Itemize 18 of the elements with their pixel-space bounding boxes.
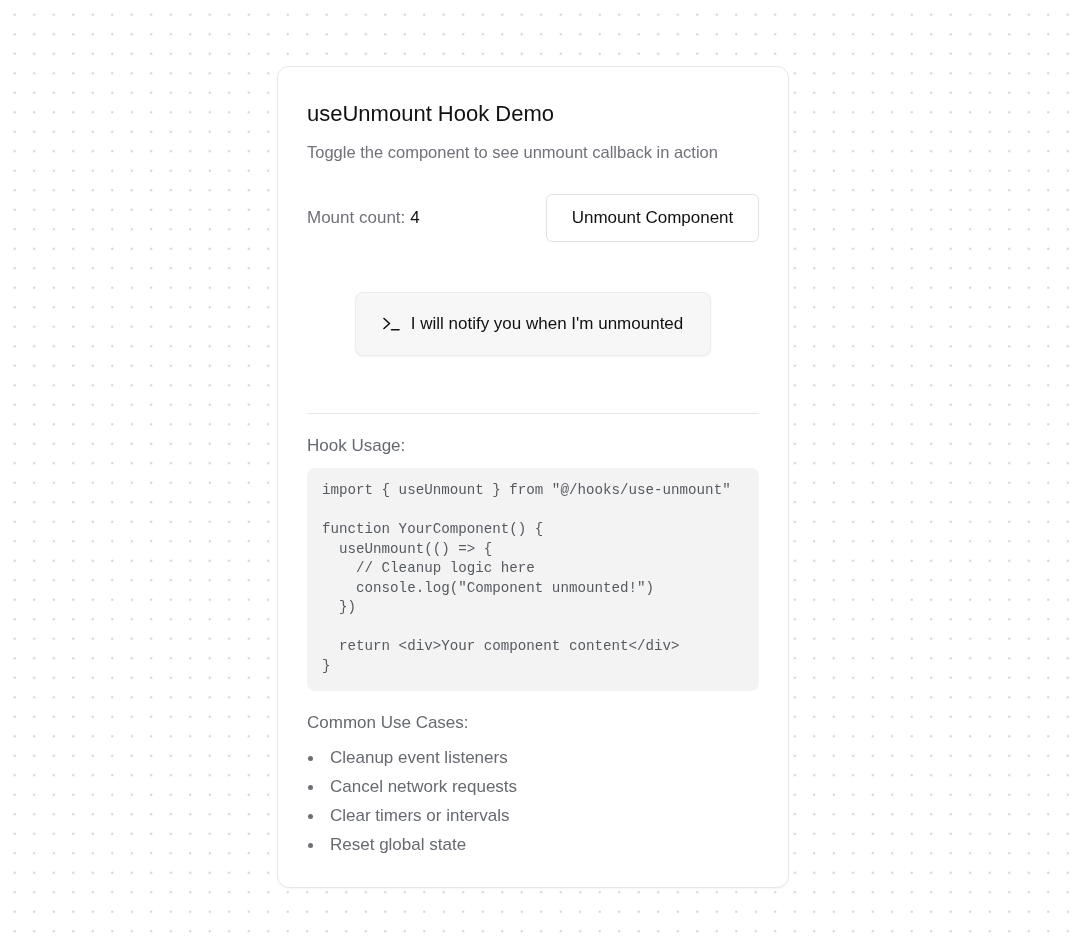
unmount-component-button[interactable]: Unmount Component (546, 194, 759, 242)
mount-count-value: 4 (410, 207, 420, 229)
use-case-item: Clear timers or intervals (330, 805, 510, 827)
bullet-icon (308, 813, 313, 819)
section-heading: Hook Usage: (307, 435, 407, 457)
use-case-item: Reset global state (330, 834, 467, 856)
bullet-icon (308, 755, 313, 761)
use-case-item: Cancel network requests (330, 776, 518, 798)
card-description: Toggle the component to see unmount callback in action (307, 142, 719, 163)
mount-count-label: Mount count: (307, 207, 406, 229)
notice-text: I will notify you when I'm unmounted (410, 313, 684, 335)
bullet-icon (308, 842, 313, 848)
bullet-icon (308, 784, 313, 790)
use-case-item: Cleanup event listeners (330, 747, 508, 769)
code-block: import { useUnmount } from "@/hooks/use-unmount" function YourComponent() { useUnmount(() => { // Cleanup logic here console.log("Component unmounted!") }) return <div>Your component content</div> } (307, 468, 759, 691)
section-heading: Common Use Cases: (307, 712, 470, 734)
terminal-icon (382, 317, 400, 331)
card-title: useUnmount Hook Demo (307, 100, 555, 128)
